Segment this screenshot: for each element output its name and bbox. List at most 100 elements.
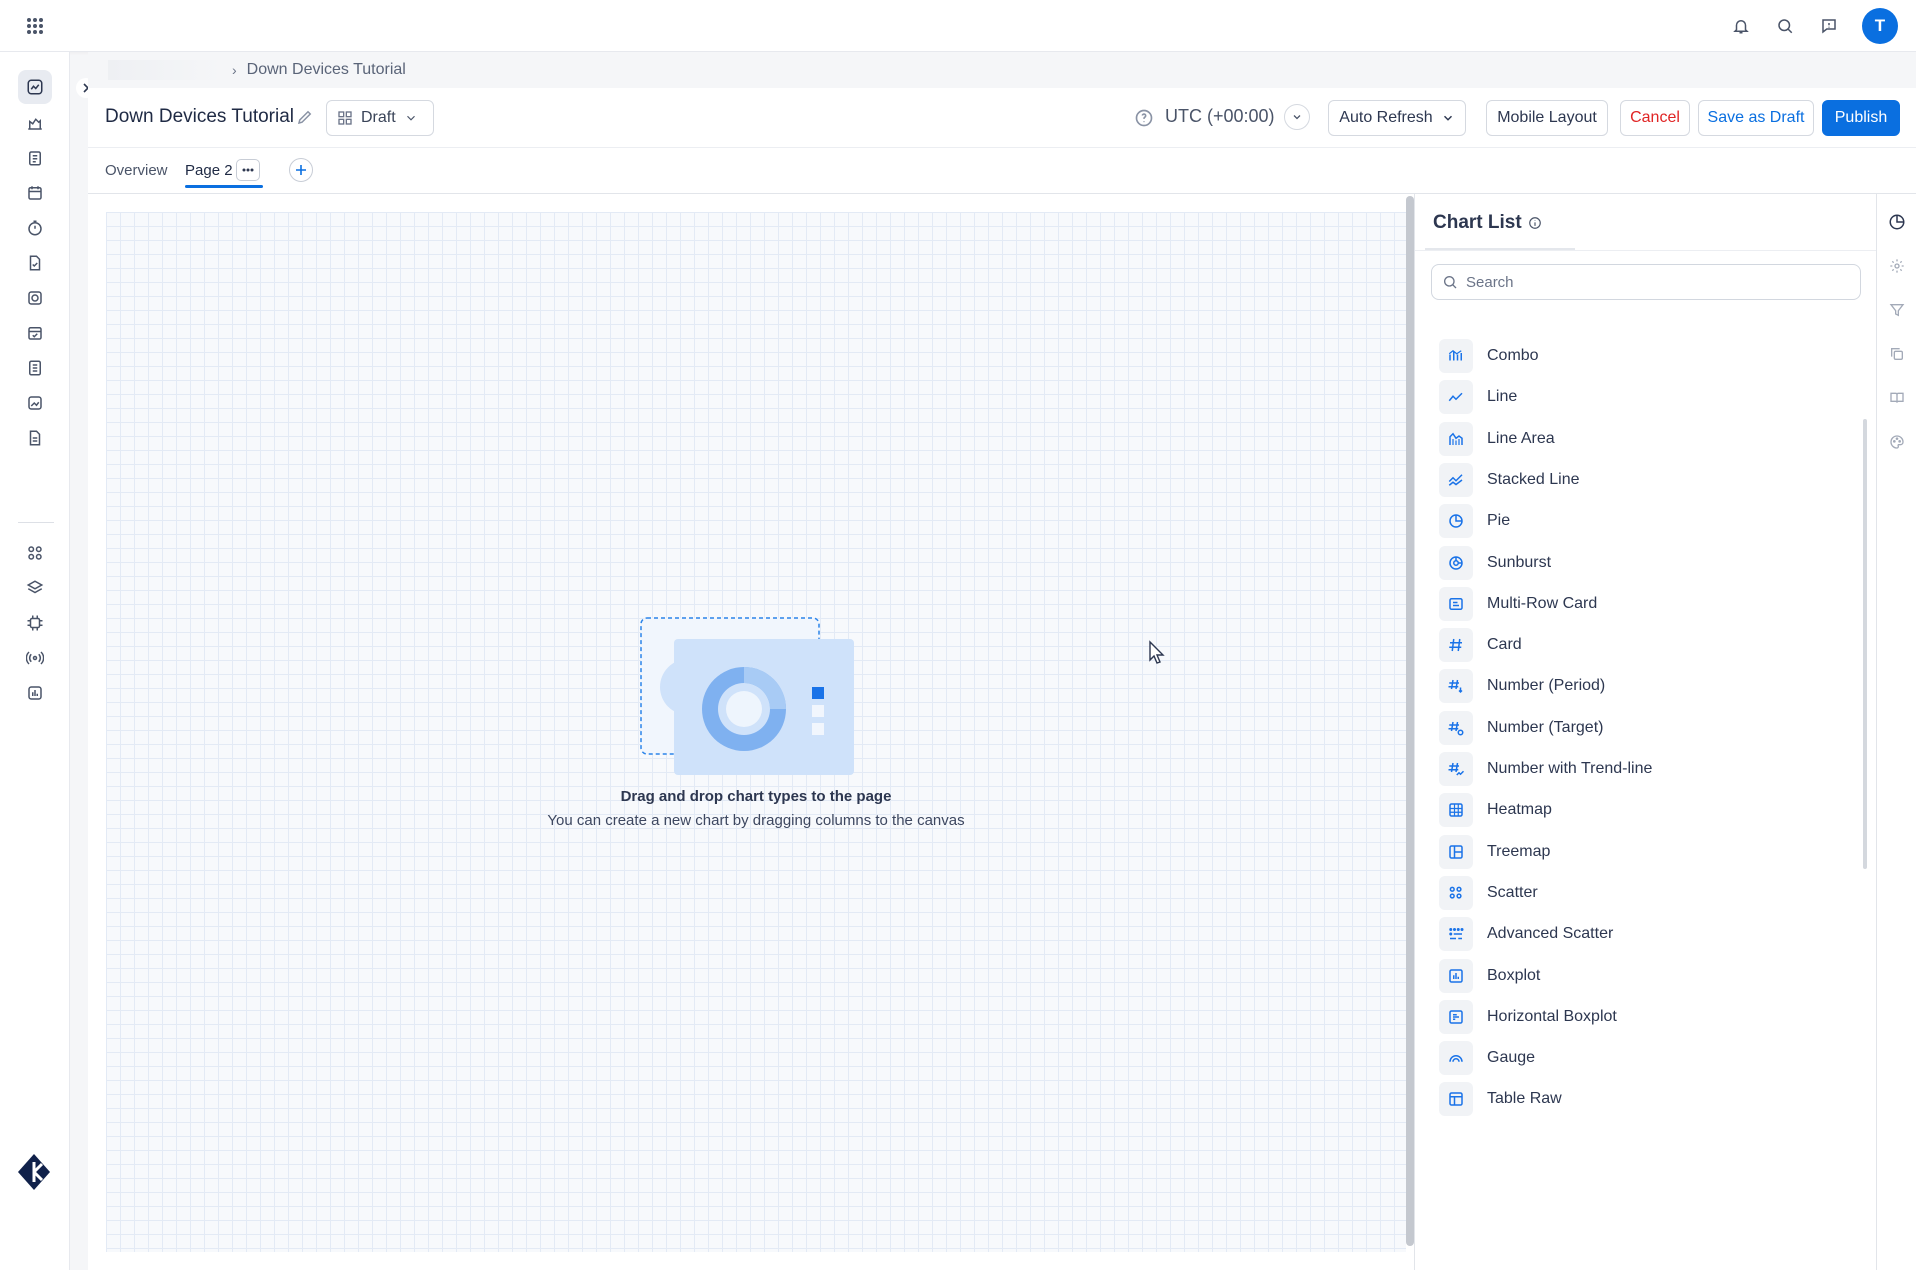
layers-icon[interactable] bbox=[18, 571, 52, 605]
empty-state-title: Drag and drop chart types to the page bbox=[620, 788, 892, 805]
clipboard-icon[interactable] bbox=[18, 141, 52, 175]
pie-chart-icon bbox=[1439, 504, 1473, 539]
bar-chart-icon[interactable] bbox=[18, 676, 52, 710]
chart-type-label: Combo bbox=[1487, 347, 1539, 364]
chevron-down-icon bbox=[1443, 115, 1452, 121]
list-icon[interactable] bbox=[18, 351, 52, 385]
search-input[interactable] bbox=[1466, 273, 1846, 291]
calendar-icon[interactable] bbox=[18, 176, 52, 210]
tab-overview[interactable]: Overview bbox=[105, 162, 168, 179]
chart-pie-icon[interactable] bbox=[1887, 212, 1907, 232]
page-tabs: Overview Page 2 bbox=[88, 148, 1916, 194]
report-icon[interactable] bbox=[18, 421, 52, 455]
chart-type-label: Line Area bbox=[1487, 429, 1555, 447]
chart-type-pie[interactable]: Pie bbox=[1439, 499, 1839, 543]
active-tab-indicator bbox=[185, 185, 263, 188]
chart-type-label: Number (Period) bbox=[1487, 677, 1606, 695]
calendar-check-icon[interactable] bbox=[18, 316, 52, 350]
chart-type-label: Sunburst bbox=[1487, 553, 1552, 571]
chart-type-label: Table Raw bbox=[1487, 1090, 1562, 1108]
map-icon[interactable] bbox=[18, 106, 52, 140]
right-rail bbox=[1876, 194, 1916, 1270]
panel-tab-indicator bbox=[1425, 248, 1575, 250]
chart-type-label: Pie bbox=[1487, 512, 1511, 530]
apps-grid-icon[interactable] bbox=[26, 17, 44, 35]
panel-title-text: Chart List bbox=[1433, 212, 1522, 233]
cancel-button[interactable]: Cancel bbox=[1620, 100, 1690, 136]
publish-button[interactable]: Publish bbox=[1822, 100, 1900, 136]
chart-image-icon[interactable] bbox=[18, 386, 52, 420]
chart-type-horizontal-boxplot[interactable]: Horizontal Boxplot bbox=[1439, 995, 1839, 1039]
broadcast-icon[interactable] bbox=[18, 641, 52, 675]
info-icon[interactable] bbox=[1528, 216, 1542, 230]
timer-icon[interactable] bbox=[18, 211, 52, 245]
number-target-icon bbox=[1439, 710, 1473, 745]
help-icon[interactable] bbox=[1134, 108, 1154, 128]
filter-icon[interactable] bbox=[1887, 300, 1907, 320]
chart-type-combo[interactable]: Combo bbox=[1439, 334, 1839, 378]
heatmap-icon bbox=[1439, 793, 1473, 828]
timezone-selector[interactable]: UTC (+00:00) bbox=[1165, 106, 1275, 127]
scatter-icon bbox=[1439, 875, 1473, 910]
chart-search[interactable] bbox=[1431, 264, 1861, 300]
more-icon[interactable] bbox=[236, 159, 260, 181]
timezone-chevron-icon[interactable] bbox=[1284, 104, 1310, 130]
cpu-icon[interactable] bbox=[18, 606, 52, 640]
chart-type-sunburst[interactable]: Sunburst bbox=[1439, 541, 1839, 585]
book-icon[interactable] bbox=[1887, 388, 1907, 408]
chart-type-heatmap[interactable]: Heatmap bbox=[1439, 788, 1839, 832]
chart-type-gauge[interactable]: Gauge bbox=[1439, 1036, 1839, 1080]
copy-icon[interactable] bbox=[1887, 344, 1907, 364]
multi-row-card-icon bbox=[1439, 586, 1473, 621]
panel-scrollbar[interactable] bbox=[1863, 419, 1867, 869]
breadcrumb-parent[interactable] bbox=[108, 60, 222, 80]
dashboard-icon[interactable] bbox=[18, 70, 52, 104]
top-bar: T bbox=[0, 0, 1916, 52]
page-title: Down Devices Tutorial bbox=[105, 106, 295, 127]
palette-icon[interactable] bbox=[1887, 432, 1907, 452]
panel-title: Chart List bbox=[1433, 212, 1542, 234]
chart-type-number-target[interactable]: Number (Target) bbox=[1439, 706, 1839, 750]
number-trend-icon bbox=[1439, 752, 1473, 786]
chart-type-table-raw[interactable]: Table Raw bbox=[1439, 1077, 1839, 1121]
chart-type-label: Boxplot bbox=[1487, 966, 1541, 984]
chart-type-line[interactable]: Line bbox=[1439, 375, 1839, 419]
chart-type-line-area[interactable]: Line Area bbox=[1439, 417, 1839, 461]
chart-type-number-with-trend-line[interactable]: Number with Trend-line bbox=[1439, 747, 1839, 791]
chart-type-advanced-scatter[interactable]: Advanced Scatter bbox=[1439, 912, 1839, 956]
dashboard-header: Down Devices Tutorial Draft UTC (+00:00)… bbox=[88, 88, 1916, 148]
bell-icon[interactable] bbox=[1730, 15, 1752, 37]
status-dropdown[interactable]: Draft bbox=[326, 100, 434, 136]
auto-refresh-label: Auto Refresh bbox=[1339, 109, 1433, 126]
chart-type-number-period[interactable]: Number (Period) bbox=[1439, 664, 1839, 708]
treemap-icon bbox=[1439, 834, 1473, 869]
add-page-button[interactable] bbox=[289, 158, 313, 182]
combo-chart-icon bbox=[1439, 339, 1473, 373]
auto-refresh-dropdown[interactable]: Auto Refresh bbox=[1328, 100, 1466, 136]
document-check-icon[interactable] bbox=[18, 246, 52, 280]
chart-type-card[interactable]: Card bbox=[1439, 623, 1839, 667]
help-chat-icon[interactable] bbox=[1818, 15, 1840, 37]
chart-type-multi-row-card[interactable]: Multi-Row Card bbox=[1439, 582, 1839, 626]
chart-type-scatter[interactable]: Scatter bbox=[1439, 871, 1839, 915]
settings-icon[interactable] bbox=[1887, 256, 1907, 276]
chart-type-label: Treemap bbox=[1487, 842, 1551, 860]
chart-type-label: Line bbox=[1487, 388, 1518, 406]
save-as-draft-button[interactable]: Save as Draft bbox=[1698, 100, 1814, 136]
canvas-scrollbar[interactable] bbox=[1406, 196, 1414, 1246]
top-actions: T bbox=[1730, 8, 1898, 44]
target-icon[interactable] bbox=[18, 281, 52, 315]
chart-type-label: Horizontal Boxplot bbox=[1487, 1007, 1617, 1025]
chart-type-stacked-line[interactable]: Stacked Line bbox=[1439, 458, 1839, 502]
mobile-layout-button[interactable]: Mobile Layout bbox=[1486, 100, 1608, 136]
avatar[interactable]: T bbox=[1862, 8, 1898, 44]
empty-state-illustration bbox=[640, 617, 854, 775]
gauge-icon bbox=[1439, 1041, 1473, 1076]
chart-type-treemap[interactable]: Treemap bbox=[1439, 830, 1839, 874]
apps-icon[interactable] bbox=[18, 536, 52, 570]
line-chart-icon bbox=[1439, 380, 1473, 415]
tab-page-2[interactable]: Page 2 bbox=[185, 162, 233, 179]
chart-type-boxplot[interactable]: Boxplot bbox=[1439, 954, 1839, 998]
pencil-icon[interactable] bbox=[296, 108, 314, 126]
search-icon[interactable] bbox=[1774, 15, 1796, 37]
